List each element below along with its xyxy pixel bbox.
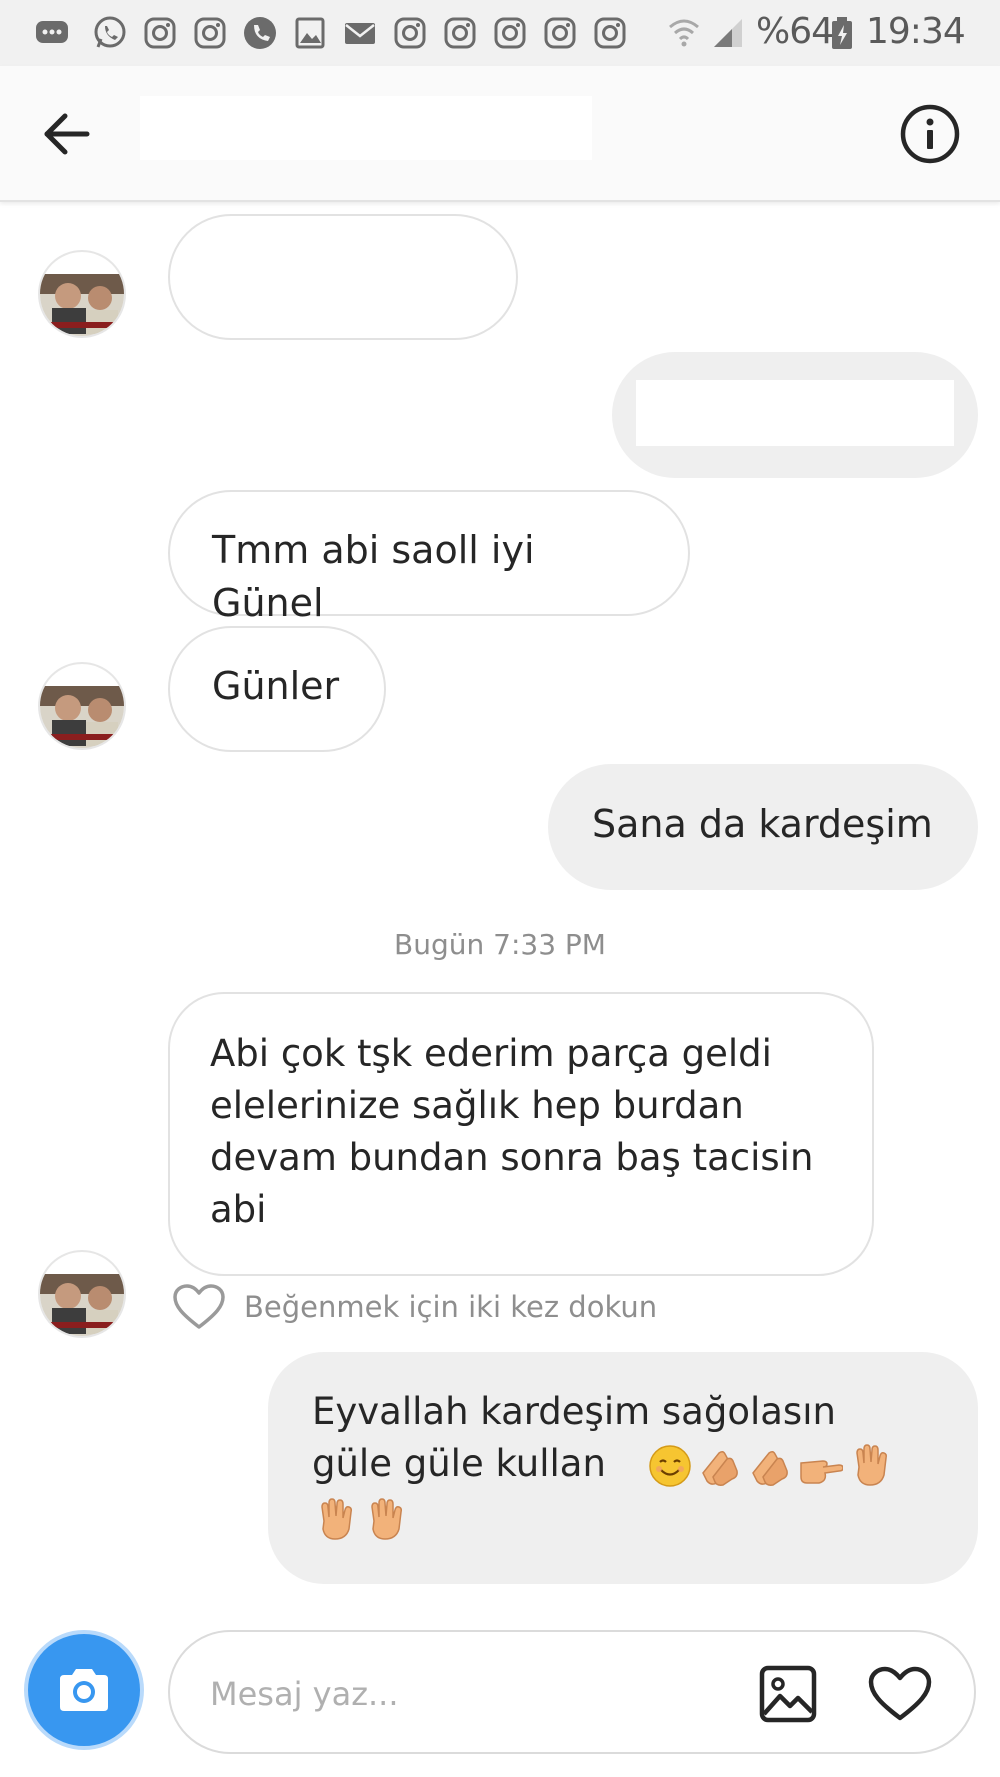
avatar[interactable]	[38, 662, 126, 750]
phone-icon	[242, 15, 278, 51]
instagram-icon	[492, 15, 528, 51]
battery-percent: %64	[756, 11, 834, 52]
raised-hand-icon	[371, 1497, 402, 1540]
message-thread: Tmm abi saoll iyi Günel Günler Sana da k…	[0, 202, 1000, 1622]
camera-icon	[60, 1669, 108, 1711]
messages-icon	[34, 15, 70, 51]
avatar-photo	[40, 664, 124, 748]
conversation-title[interactable]	[140, 96, 592, 160]
message-text: güle güle kullan	[312, 1442, 606, 1485]
mail-icon	[342, 15, 378, 51]
wifi-icon	[666, 15, 702, 51]
emoji-group	[647, 1443, 893, 1489]
info-icon	[900, 104, 960, 164]
emoji-group	[312, 1497, 408, 1543]
back-arrow-icon	[44, 113, 90, 155]
redaction-box	[636, 380, 954, 446]
message-emoji-line	[312, 1492, 934, 1544]
conversation-header	[0, 66, 1000, 202]
gallery-icon	[292, 15, 328, 51]
message-input-container	[168, 1630, 976, 1754]
message-text-line: Eyvallah kardeşim sağolasın	[312, 1390, 836, 1433]
message-input[interactable]	[210, 1666, 690, 1722]
message-text: Günler	[212, 664, 340, 708]
camera-button[interactable]	[24, 1630, 144, 1750]
status-bar: %64 19:34	[0, 0, 1000, 66]
smiling-face-icon	[649, 1444, 692, 1487]
message-text: Abi çok tşk ederim parça geldi elelerini…	[210, 1032, 814, 1231]
clapping-hands-icon	[702, 1450, 739, 1486]
avatar[interactable]	[38, 250, 126, 338]
message-bubble-incoming[interactable]	[168, 214, 518, 340]
instagram-icon	[192, 15, 228, 51]
signal-icon	[710, 15, 746, 51]
whatsapp-icon	[92, 15, 128, 51]
message-bubble-outgoing[interactable]	[612, 352, 978, 478]
info-button[interactable]	[898, 102, 962, 166]
message-bubble-incoming[interactable]: Günler	[168, 626, 386, 752]
timestamp-divider: Bugün 7:33 PM	[394, 928, 606, 961]
instagram-icon	[592, 15, 628, 51]
back-button[interactable]	[36, 104, 96, 164]
instagram-icon	[142, 15, 178, 51]
message-bubble-incoming[interactable]: Abi çok tşk ederim parça geldi elelerini…	[168, 992, 874, 1276]
raised-hand-icon	[321, 1497, 352, 1540]
image-icon	[759, 1665, 817, 1723]
message-bubble-outgoing[interactable]: Sana da kardeşim	[548, 764, 978, 890]
heart-outline-icon	[173, 1284, 225, 1329]
message-bubble-outgoing[interactable]: Eyvallah kardeşim sağolasın güle güle ku…	[268, 1352, 978, 1584]
gallery-button[interactable]	[756, 1662, 820, 1726]
message-text: Sana da kardeşim	[592, 802, 933, 846]
avatar-photo	[40, 1252, 124, 1336]
avatar-photo	[40, 252, 124, 336]
heart-icon	[868, 1666, 932, 1721]
like-hint-text: Beğenmek için iki kez dokun	[244, 1290, 658, 1324]
instagram-icon	[442, 15, 478, 51]
clock: 19:34	[866, 11, 966, 52]
raised-hand-icon	[856, 1443, 888, 1486]
double-tap-like-hint[interactable]: Beğenmek için iki kez dokun	[172, 1282, 657, 1332]
message-bubble-incoming[interactable]: Tmm abi saoll iyi Günel	[168, 490, 690, 625]
message-composer	[0, 1622, 1000, 1777]
instagram-icon	[542, 15, 578, 51]
instagram-icon	[392, 15, 428, 51]
message-text: Tmm abi saoll iyi Günel	[212, 528, 535, 625]
like-button[interactable]	[864, 1662, 936, 1726]
pointing-hand-icon	[800, 1459, 844, 1484]
avatar[interactable]	[38, 1250, 126, 1338]
battery-icon	[828, 15, 856, 51]
message-text-line-2: güle güle kullan	[312, 1438, 934, 1490]
clapping-hands-icon	[752, 1450, 789, 1486]
